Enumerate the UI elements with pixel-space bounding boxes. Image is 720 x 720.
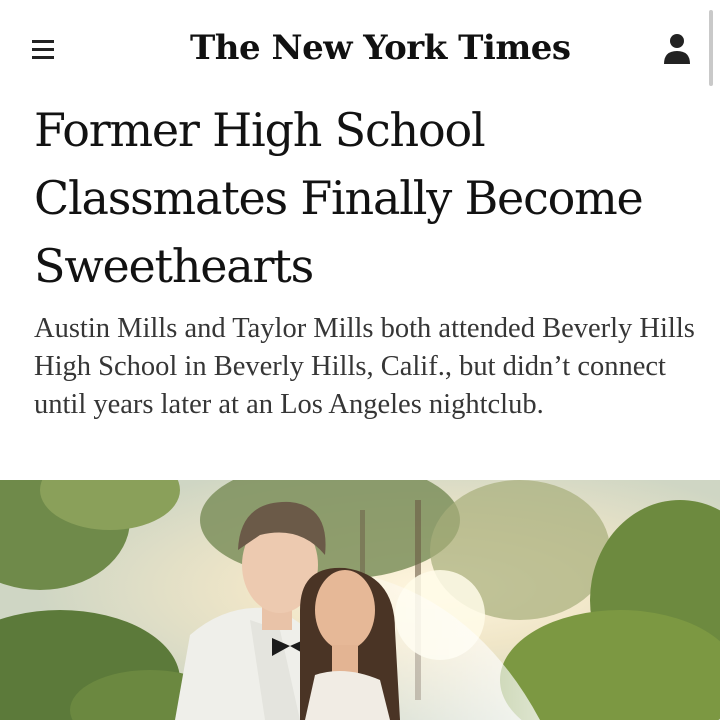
scrollbar[interactable] bbox=[709, 10, 713, 86]
article-headline: Former High School Classmates Finally Be… bbox=[34, 103, 644, 293]
article-summary: Austin Mills and Taylor Mills both atten… bbox=[34, 313, 695, 420]
hamburger-menu-icon[interactable] bbox=[28, 34, 58, 64]
masthead-logo[interactable]: The New York Times bbox=[190, 20, 571, 76]
article-photo bbox=[0, 480, 720, 720]
article-page: The New York Times Former High School Cl… bbox=[0, 0, 720, 720]
top-navigation-bar: The New York Times bbox=[0, 0, 720, 96]
account-person-icon[interactable] bbox=[659, 30, 695, 70]
